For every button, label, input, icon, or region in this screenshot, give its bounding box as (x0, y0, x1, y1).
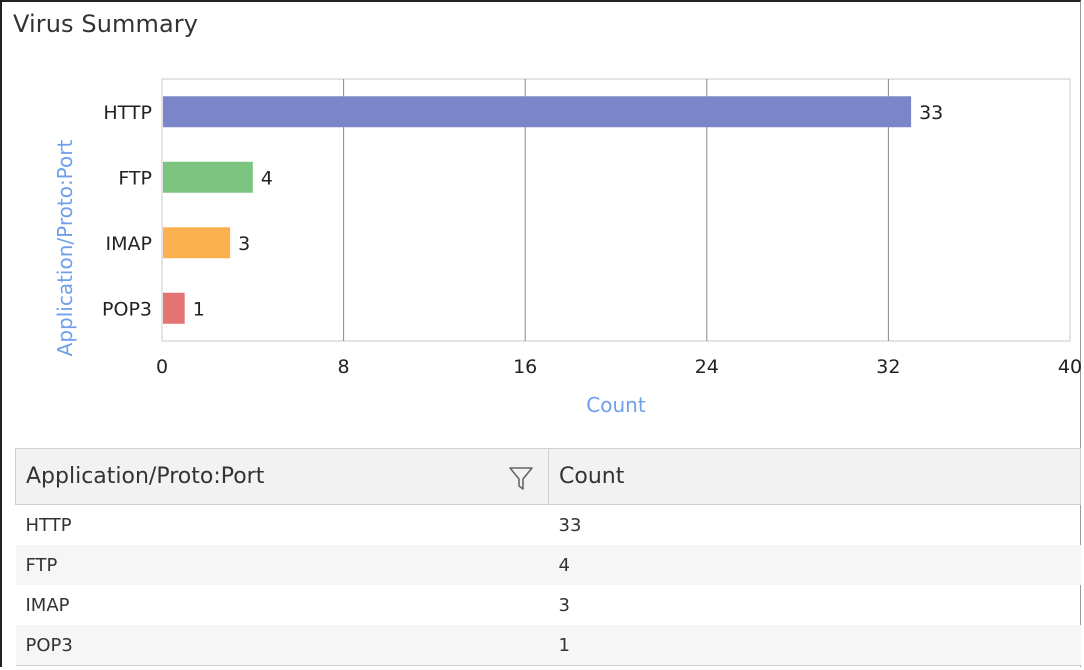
table-row[interactable]: HTTP 33 (16, 505, 1081, 546)
data-label: 3 (238, 233, 250, 255)
table-cell: 3 (558, 594, 570, 616)
data-table: Application/Proto:Port Count HTTP 33 FTP… (15, 448, 1081, 666)
table-cell: FTP (25, 554, 58, 576)
column-header-application[interactable]: Application/Proto:Port (15, 448, 549, 505)
data-label: 4 (261, 167, 273, 189)
category-label: IMAP (106, 233, 152, 255)
table-cell: 33 (558, 514, 582, 536)
x-axis-label: Count (586, 393, 646, 417)
tick-labels: 0 8 16 24 32 40 (156, 356, 1082, 378)
category-label: FTP (118, 167, 152, 189)
bar-chart: 33 4 3 1 HTTP FTP IMAP POP3 0 8 16 24 32 40 Count A… (53, 78, 1082, 417)
x-tick-label: 16 (513, 356, 537, 378)
x-tick-label: 0 (156, 356, 168, 378)
data-label: 33 (919, 102, 943, 124)
bar-pop3[interactable] (163, 292, 185, 324)
filter-icon[interactable] (508, 465, 534, 497)
bar-http[interactable] (163, 96, 912, 128)
x-tick-label: 40 (1058, 356, 1082, 378)
x-tick-label: 32 (876, 356, 900, 378)
table-cell: HTTP (25, 514, 72, 536)
category-label: HTTP (103, 102, 152, 124)
table-row[interactable]: POP3 1 (15, 625, 1081, 666)
x-tick-label: 24 (695, 356, 719, 378)
bar-ftp[interactable] (163, 161, 253, 193)
column-header-label: Application/Proto:Port (26, 464, 265, 489)
y-axis-label: Application/Proto:Port (53, 140, 77, 357)
table-row[interactable]: IMAP 3 (16, 585, 1081, 625)
category-label: POP3 (102, 298, 152, 320)
table-header-row: Application/Proto:Port Count (15, 448, 1081, 505)
table-cell: POP3 (15, 625, 549, 666)
table-cell: 4 (558, 554, 570, 576)
x-tick-label: 8 (338, 356, 350, 378)
category-labels: HTTP FTP IMAP POP3 (102, 102, 152, 321)
column-header-count[interactable]: Count (548, 448, 1081, 505)
bar-imap[interactable] (163, 227, 231, 259)
data-label: 1 (193, 298, 205, 320)
column-header-label: Count (559, 464, 625, 489)
table-cell: IMAP (25, 594, 70, 616)
table-cell: 1 (548, 625, 1081, 666)
table-row[interactable]: FTP 4 (15, 545, 1081, 585)
